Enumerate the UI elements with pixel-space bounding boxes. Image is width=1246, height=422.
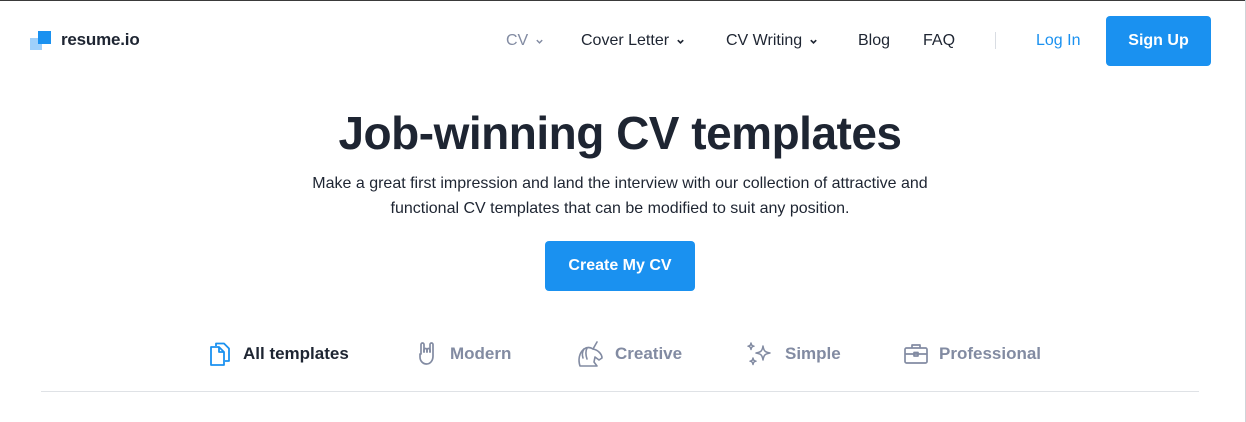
create-cv-button[interactable]: Create My CV [545, 241, 695, 291]
tab-label: All templates [243, 344, 349, 363]
hero-subtitle: Make a great first impression and land t… [270, 171, 970, 221]
logo-text: resume.io [61, 30, 140, 49]
tab-professional[interactable]: Professional [903, 340, 1041, 368]
briefcase-icon [903, 340, 929, 368]
nav-item-blog[interactable]: Blog [858, 32, 890, 50]
window-top-border [0, 0, 1246, 1]
tabs-divider [41, 391, 1199, 392]
tab-label: Simple [785, 344, 841, 363]
tab-label: Modern [450, 344, 512, 363]
nav-item-cover-letter[interactable]: Cover Letter [581, 32, 685, 50]
hero-subtitle-line: Make a great first impression and land t… [312, 175, 928, 192]
unicorn-icon [575, 340, 605, 368]
tab-creative[interactable]: Creative [575, 340, 682, 368]
chevron-down-icon [535, 37, 544, 46]
tab-all-templates[interactable]: All templates [207, 340, 349, 368]
hero-subtitle-line: functional CV templates that can be modi… [390, 200, 850, 217]
sparkles-icon [745, 340, 775, 368]
nav-item-faq[interactable]: FAQ [923, 32, 955, 50]
nav-item-label: Cover Letter [581, 32, 670, 49]
nav-item-label: Blog [858, 32, 891, 49]
tab-label: Professional [939, 344, 1042, 363]
page-title: Job-winning CV templates [338, 107, 902, 159]
nav-item-label: FAQ [923, 32, 956, 49]
tab-label: Creative [615, 344, 683, 363]
nav-divider [995, 32, 996, 49]
tab-modern[interactable]: Modern [414, 340, 511, 368]
logo-icon [30, 29, 52, 51]
chevron-down-icon [809, 37, 818, 46]
nav-item-label: CV Writing [726, 32, 803, 49]
nav-item-cv[interactable]: CV [506, 32, 544, 50]
nav-item-cv-writing[interactable]: CV Writing [726, 32, 818, 50]
tab-simple[interactable]: Simple [745, 340, 841, 368]
signup-button[interactable]: Sign Up [1106, 16, 1211, 66]
rock-hand-icon [414, 340, 440, 368]
login-link[interactable]: Log In [1036, 32, 1080, 50]
logo-link[interactable]: resume.io [30, 29, 140, 51]
nav-item-label: CV [506, 32, 529, 49]
documents-icon [207, 340, 233, 368]
chevron-down-icon [676, 37, 685, 46]
